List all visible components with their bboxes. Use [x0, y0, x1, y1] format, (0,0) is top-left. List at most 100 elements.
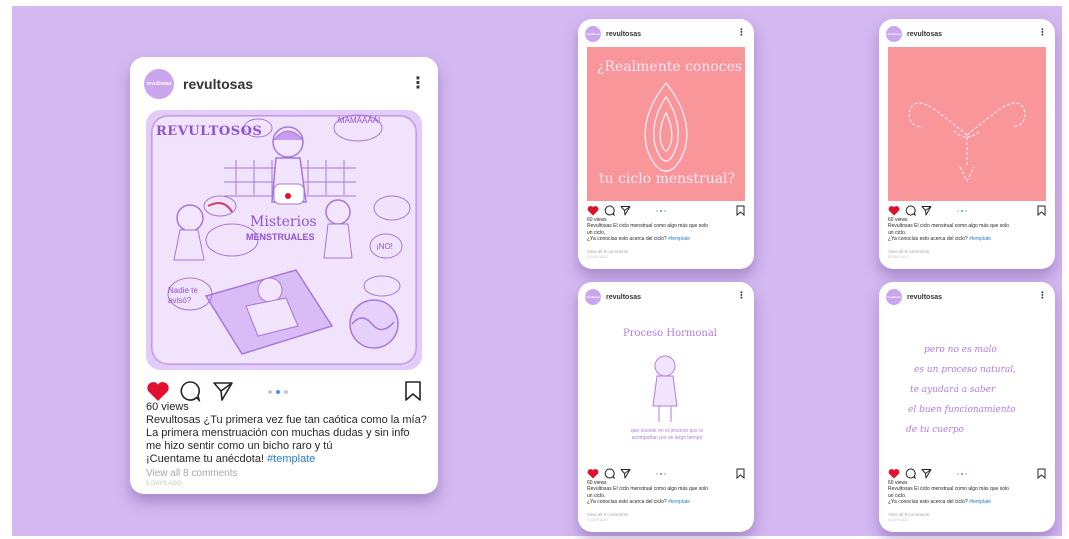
post-actions: [587, 205, 631, 216]
share-icon[interactable]: [212, 380, 234, 402]
username[interactable]: revultosas: [606, 31, 641, 38]
post-actions: [888, 468, 932, 479]
hashtag-link[interactable]: #template: [969, 499, 991, 505]
handwritten-line: de tu cuerpo: [906, 425, 964, 435]
avatar[interactable]: revultosas: [585, 26, 601, 42]
views-count: 60 views: [146, 401, 189, 413]
main-post-card: revultosas revultosas ⋮ REVULTOSOS MAMÁÁ…: [130, 57, 438, 494]
caption-line: Revultosas ¿Tu primera vez fue tan caóti…: [146, 414, 427, 426]
post-actions: [146, 380, 234, 402]
more-icon[interactable]: ⋮: [1038, 290, 1047, 301]
illustration-bubble-mama: MAMÁÁÁÁ!: [338, 116, 381, 125]
avatar[interactable]: revultosas: [144, 69, 174, 99]
handwritten-line: el buen funcionamiento: [908, 405, 1016, 415]
comment-icon[interactable]: [905, 468, 916, 479]
caption-line: ¿Ya conocías esto acerca del ciclo? #tem…: [587, 499, 691, 505]
media-text-bottom: que sucede en el proceso que lo acompaña…: [630, 428, 704, 441]
post-caption: Revultosas El ciclo menstrual como algo …: [888, 486, 1050, 506]
bookmark-icon[interactable]: [736, 468, 745, 479]
avatar[interactable]: revultosas: [886, 289, 902, 305]
share-icon[interactable]: [620, 468, 631, 479]
handwritten-text: pero no es malo es un proceso natural, t…: [906, 340, 1036, 440]
post-header: revultosas revultosas: [585, 26, 641, 42]
heart-icon[interactable]: [146, 380, 170, 402]
uterus-illustration: [908, 102, 1026, 183]
carousel-indicator: [268, 390, 288, 394]
heart-icon[interactable]: [587, 205, 599, 216]
caption-line: me hizo sentir como un bicho raro y tú: [146, 440, 333, 452]
username[interactable]: revultosas: [183, 76, 253, 92]
post-header: revultosas revultosas: [886, 26, 942, 42]
illustration-center-text: Misterios: [250, 214, 317, 230]
view-comments-link[interactable]: View all 8 comments: [888, 249, 929, 254]
hashtag-link[interactable]: #template: [969, 236, 991, 242]
post-header: revultosas revultosas: [585, 289, 641, 305]
post-image: REVULTOSOS MAMÁÁÁÁ! Misterios MENSTRUALE…: [146, 110, 422, 370]
avatar[interactable]: revultosas: [585, 289, 601, 305]
post-timestamp: 5 DAYS AGO: [888, 255, 909, 259]
hashtag-link[interactable]: #template: [267, 453, 315, 465]
post-image: Proceso Hormonal que sucede en el proces…: [587, 310, 745, 464]
post-caption: Revultosas El ciclo menstrual como algo …: [587, 486, 749, 506]
bookmark-icon[interactable]: [1037, 205, 1046, 216]
more-icon[interactable]: ⋮: [1038, 27, 1047, 38]
comment-icon[interactable]: [179, 380, 201, 402]
avatar[interactable]: revultosas: [886, 26, 902, 42]
heart-icon[interactable]: [888, 468, 900, 479]
bookmark-icon[interactable]: [1037, 468, 1046, 479]
view-comments-link[interactable]: View all 8 comments: [587, 512, 628, 517]
share-icon[interactable]: [921, 468, 932, 479]
post-image: [888, 47, 1046, 201]
small-post-card-2: revultosas revultosas ⋮ 60 views Revulto…: [879, 19, 1055, 269]
heart-icon[interactable]: [888, 205, 900, 216]
post-header: revultosas revultosas: [144, 69, 253, 99]
hashtag-link[interactable]: #template: [668, 499, 690, 505]
post-header: revultosas revultosas: [886, 289, 942, 305]
small-post-card-3: revultosas revultosas ⋮ Proceso Hormonal…: [578, 282, 754, 532]
comment-icon[interactable]: [604, 205, 615, 216]
post-image: ¿Realmente conoces tu ciclo menstrual?: [587, 47, 745, 201]
post-actions: [888, 205, 932, 216]
carousel-indicator: [957, 210, 967, 212]
post-image: pero no es malo es un proceso natural, t…: [888, 310, 1046, 464]
comment-icon[interactable]: [905, 205, 916, 216]
post-caption: Revultosas ¿Tu primera vez fue tan caóti…: [146, 414, 436, 466]
post-actions: [587, 468, 631, 479]
post-caption: Revultosas El ciclo menstrual como algo …: [888, 223, 1050, 243]
illustration-bubble-nadie: Nadie te avisó?: [168, 286, 198, 305]
post-timestamp: 5 DAYS AGO: [587, 518, 608, 522]
post-caption: Revultosas El ciclo menstrual como algo …: [587, 223, 749, 243]
view-comments-link[interactable]: View all 8 comments: [146, 468, 238, 479]
username[interactable]: revultosas: [907, 31, 942, 38]
username[interactable]: revultosas: [907, 294, 942, 301]
handwritten-line: te ayudará a saber: [910, 385, 996, 395]
heart-icon[interactable]: [587, 468, 599, 479]
bookmark-icon[interactable]: [736, 205, 745, 216]
illustration-title: REVULTOSOS: [156, 124, 263, 139]
small-post-card-1: revultosas revultosas ⋮ ¿Realmente conoc…: [578, 19, 754, 269]
handwritten-line: pero no es malo: [924, 345, 997, 355]
more-icon[interactable]: ⋮: [410, 73, 426, 93]
comment-icon[interactable]: [604, 468, 615, 479]
carousel-indicator: [656, 473, 666, 475]
view-comments-link[interactable]: View all 8 comments: [888, 512, 929, 517]
more-icon[interactable]: ⋮: [737, 27, 746, 38]
username[interactable]: revultosas: [606, 294, 641, 301]
carousel-indicator: [656, 210, 666, 212]
illustration-center-text-2: MENSTRUALES: [246, 232, 315, 242]
mockup-background: revultosas revultosas ⋮ REVULTOSOS MAMÁÁ…: [12, 6, 1062, 536]
caption-line: ¿Ya conocías esto acerca del ciclo? #tem…: [587, 236, 691, 242]
share-icon[interactable]: [921, 205, 932, 216]
hashtag-link[interactable]: #template: [668, 236, 690, 242]
illustration-bubble-no: ¡NO!: [376, 242, 393, 251]
caption-line: ¡Cuentame tu anécdota! #template: [146, 453, 316, 465]
bookmark-icon[interactable]: [404, 380, 422, 402]
caption-line: ¿Ya conocías esto acerca del ciclo? #tem…: [888, 236, 992, 242]
carousel-indicator: [957, 473, 967, 475]
view-comments-link[interactable]: View all 8 comments: [587, 249, 628, 254]
caption-line: ¿Ya conocías esto acerca del ciclo? #tem…: [888, 499, 992, 505]
more-icon[interactable]: ⋮: [737, 290, 746, 301]
post-timestamp: 5 DAYS AGO: [587, 255, 608, 259]
share-icon[interactable]: [620, 205, 631, 216]
post-timestamp: 5 DAYS AGO: [888, 518, 909, 522]
